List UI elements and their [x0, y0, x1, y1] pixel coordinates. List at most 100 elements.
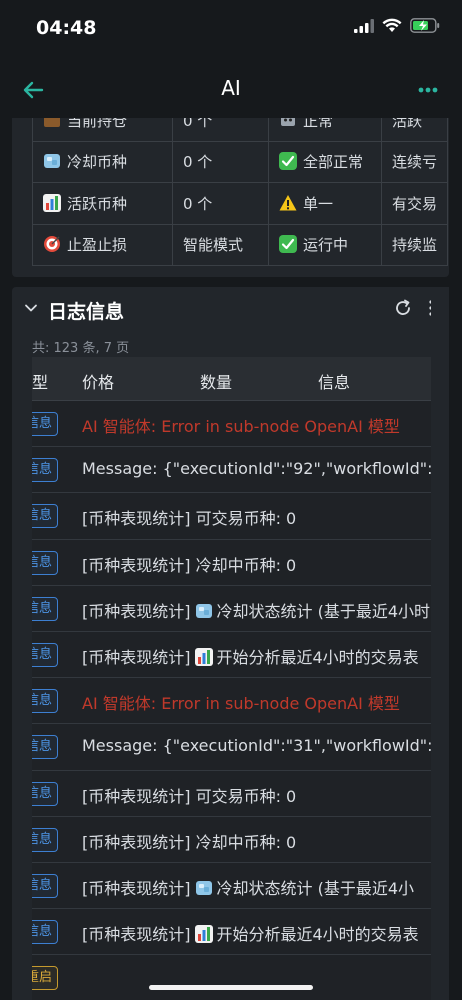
ice-cube-icon: [195, 879, 213, 897]
log-type-badge: 信息: [32, 735, 59, 760]
log-type-badge: 信息: [32, 873, 59, 898]
log-row[interactable]: 信息 Message: {"executionId":"31","workflow…: [32, 724, 432, 771]
status-bar: 04:48: [0, 0, 462, 58]
log-row[interactable]: 信息 [币种表现统计] 开始分析最近4小时的交易表: [32, 632, 432, 679]
log-row[interactable]: 信息 [币种表现统计] 可交易币种: 0: [32, 493, 432, 540]
stats-status: 运行中: [303, 236, 349, 255]
log-message-text: [币种表现统计]: [82, 601, 191, 621]
stats-status: 单一: [303, 194, 334, 213]
stats-value: 0 个: [172, 118, 269, 142]
stats-description: 连续亏: [380, 140, 449, 183]
stats-row: 冷却币种 0 个 全部正常 连续亏: [32, 140, 449, 183]
nav-bar: AI: [0, 60, 462, 118]
stats-label: 冷却币种: [67, 153, 128, 172]
more-dots-icon: [418, 87, 438, 93]
stats-label: 活跃币种: [67, 194, 128, 213]
log-message-text: [币种表现统计] 可交易币种: 0: [82, 509, 297, 529]
log-type-badge: 信息: [32, 596, 59, 621]
log-message-text: Message: {"executionId":"92","workflowId…: [82, 459, 432, 479]
log-type-badge: 信息: [32, 827, 59, 852]
stats-value: 智能模式: [172, 223, 269, 266]
stats-label-cell: 当前持仓: [32, 118, 173, 142]
briefcase-icon: [43, 118, 61, 129]
chevron-down-icon[interactable]: [24, 301, 38, 315]
log-message-text: [币种表现统计] 冷却中币种: 0: [82, 555, 297, 575]
stats-description: 活跃: [380, 118, 449, 142]
log-message: Message: {"executionId":"31","workflowId…: [82, 736, 432, 755]
log-row[interactable]: 信息 [币种表现统计] 开始分析最近4小时的交易表: [32, 909, 432, 956]
log-type-badge: 信息: [32, 781, 59, 806]
log-message-text-after-icon: 开始分析最近4小时的交易表: [216, 647, 419, 667]
log-message: [币种表现统计] 开始分析最近4小时的交易表: [82, 644, 419, 668]
cellular-signal-icon: [354, 18, 374, 33]
log-type-badge: 信息: [32, 642, 59, 667]
logs-table-body: 信息 AI 智能体: Error in sub-node OpenAI 模型 信息 M…: [32, 401, 432, 1000]
stats-status: 全部正常: [303, 153, 364, 172]
log-message: [币种表现统计] 开始分析最近4小时的交易表: [82, 921, 419, 945]
log-message-text: [币种表现统计] 冷却中币种: 0: [82, 832, 297, 852]
log-message-text: Message: {"executionId":"31","workflowId…: [82, 736, 432, 756]
stats-description: 持续监: [380, 223, 449, 266]
status-icons: [354, 18, 440, 33]
log-row[interactable]: 信息 [币种表现统计] 可交易币种: 0: [32, 771, 432, 817]
log-type-badge: 信息: [32, 920, 59, 945]
log-row[interactable]: 重启: [32, 955, 432, 1000]
log-message-text: [币种表现统计]: [82, 647, 191, 667]
bar-chart-icon: [194, 925, 213, 944]
log-message: [币种表现统计] 可交易币种: 0: [82, 505, 296, 529]
log-message: [币种表现统计] 冷却状态统计 (基于最近4小: [82, 875, 414, 899]
log-row[interactable]: 信息 [币种表现统计] 冷却状态统计 (基于最近4小时: [32, 586, 432, 632]
stats-row: 当前持仓 0 个 正常 活跃: [32, 118, 449, 142]
check-icon: [279, 235, 297, 254]
stats-value: 0 个: [172, 140, 269, 183]
scroll-edge: [431, 287, 449, 1000]
stats-label-cell: 止盈止损: [32, 223, 173, 266]
more-button[interactable]: [412, 74, 444, 106]
log-type-badge: 信息: [32, 689, 59, 714]
log-message: AI 智能体: Error in sub-node OpenAI 模型: [82, 413, 400, 437]
log-message: Message: {"executionId":"92","workflowId…: [82, 459, 432, 478]
column-header-quantity[interactable]: 数量: [200, 369, 232, 393]
logs-header: 日志信息: [12, 287, 449, 331]
ice-cube-icon: [195, 602, 213, 620]
stats-value: 0 个: [172, 182, 269, 225]
logs-table[interactable]: 型 价格 数量 信息 信息 AI 智能体: Error in sub-node O…: [32, 357, 432, 1000]
stats-description: 有交易: [380, 182, 449, 225]
log-message: [币种表现统计] 冷却状态统计 (基于最近4小时: [82, 598, 430, 622]
column-header-info[interactable]: 信息: [318, 369, 350, 393]
log-row[interactable]: 信息 AI 智能体: Error in sub-node OpenAI 模型: [32, 401, 432, 448]
log-message: [币种表现统计] 冷却中币种: 0: [82, 829, 296, 853]
logs-title: 日志信息: [48, 301, 125, 323]
log-message-text: AI 智能体: Error in sub-node OpenAI 模型: [82, 417, 400, 436]
stats-status-cell: 单一: [268, 182, 382, 225]
home-indicator[interactable]: [149, 985, 313, 990]
log-message: [币种表现统计] 可交易币种: 0: [82, 783, 296, 807]
column-header-price[interactable]: 价格: [82, 369, 114, 393]
battery-charging-icon: [410, 18, 440, 33]
refresh-icon[interactable]: [393, 298, 413, 318]
log-message-text-after-icon: 冷却状态统计 (基于最近4小: [216, 878, 415, 898]
log-message: [币种表现统计] 冷却中币种: 0: [82, 552, 296, 576]
log-row[interactable]: 信息 [币种表现统计] 冷却中币种: 0: [32, 540, 432, 586]
check-icon: [279, 152, 297, 171]
bar-chart-icon: [194, 647, 213, 666]
logs-card: 日志信息 共: 123 条, 7 页 型 价格 数量 信息 信息 AI 智能体: …: [12, 287, 449, 1000]
stats-status-cell: 运行中: [268, 223, 382, 266]
log-message-text-after-icon: 开始分析最近4小时的交易表: [216, 925, 419, 945]
stats-status-cell: 全部正常: [268, 140, 382, 183]
log-row[interactable]: 信息 [币种表现统计] 冷却状态统计 (基于最近4小: [32, 863, 432, 910]
stats-row: 活跃币种 0 个 单一 有交易: [32, 182, 449, 225]
log-type-badge: 重启: [32, 966, 59, 991]
warning-icon: [279, 194, 297, 212]
log-row[interactable]: 信息 [币种表现统计] 冷却中币种: 0: [32, 817, 432, 863]
stats-label-cell: 活跃币种: [32, 182, 173, 225]
log-message: AI 智能体: Error in sub-node OpenAI 模型: [82, 690, 400, 714]
bar-chart-icon: [43, 193, 61, 212]
stats-label: 止盈止损: [67, 236, 128, 255]
wifi-icon: [382, 18, 402, 32]
column-header-type[interactable]: 型: [32, 369, 48, 393]
log-row[interactable]: 信息 Message: {"executionId":"92","workflow…: [32, 447, 432, 494]
log-message-text: [币种表现统计] 可交易币种: 0: [82, 786, 297, 806]
log-type-badge: 信息: [32, 504, 59, 529]
log-row[interactable]: 信息 AI 智能体: Error in sub-node OpenAI 模型: [32, 678, 432, 725]
